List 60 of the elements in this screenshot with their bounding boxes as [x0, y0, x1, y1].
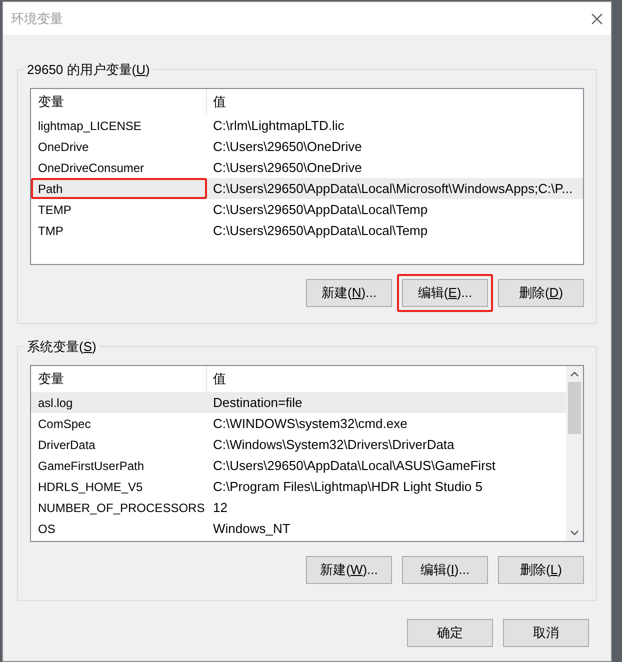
list-row[interactable]: Path C:\Users\29650\AppData\Local\Microsoft\WindowsApps;C:\P... — [31, 178, 583, 199]
list-row[interactable]: HDRLS_HOME_V5 C:\Program Files\Lightmap\HDR Light Studio 5 — [31, 476, 566, 497]
variable-name: Path — [31, 178, 207, 199]
variable-value: C:\Windows\System32\Drivers\DriverData — [212, 436, 456, 454]
variable-value: C:\Users\29650\AppData\Local\Temp — [212, 222, 429, 240]
variable-value: C:\rlm\LightmapLTD.lic — [212, 116, 346, 135]
variable-name: GameFirstUserPath — [37, 458, 146, 474]
variable-value: C:\WINDOWS\system32\cmd.exe — [212, 414, 408, 433]
dialog-button[interactable]: 新建(W)... — [306, 556, 392, 584]
variable-name: TMP — [37, 222, 64, 240]
variable-name: asl.log — [37, 394, 74, 412]
scroll-thumb[interactable] — [568, 382, 581, 434]
list-row[interactable]: NUMBER_OF_PROCESSORS 12 — [31, 497, 566, 518]
variable-name: OS — [37, 520, 56, 538]
dialog-button[interactable]: 取消 — [503, 619, 589, 647]
window-title: 环境变量 — [11, 10, 63, 28]
variable-value: 12 — [212, 498, 228, 517]
column-header[interactable]: 变量 — [31, 89, 207, 115]
variable-value: C:\Program Files\Lightmap\HDR Light Studio 5 — [212, 478, 484, 496]
dialog-button[interactable]: 删除(L) — [498, 556, 584, 584]
variable-value: Destination=file — [212, 394, 304, 412]
list-row[interactable]: lightmap_LICENSE C:\rlm\LightmapLTD.lic — [31, 115, 583, 136]
variable-list[interactable] — [30, 88, 584, 265]
group-title: 29650 的用户变量(U) — [24, 60, 153, 80]
variable-value: C:\Users\29650\AppData\Local\ASUS\GameFirst — [212, 456, 497, 475]
variable-name: ComSpec — [37, 416, 92, 432]
variable-value: C:\Users\29650\AppData\Local\Temp — [212, 200, 429, 219]
dialog-button[interactable]: 确定 — [407, 619, 493, 647]
variable-value: C:\Users\29650\AppData\Local\Microsoft\WindowsApps;C:\P... — [212, 180, 574, 198]
group-title: 系统变量(S) — [24, 337, 100, 356]
list-row[interactable]: OneDriveConsumer C:\Users\29650\OneDrive — [31, 157, 583, 178]
list-row[interactable]: GameFirstUserPath C:\Users\29650\AppData\Local\ASUS\GameFirst — [31, 455, 566, 476]
column-header[interactable]: 值 — [207, 89, 583, 115]
list-row[interactable]: ComSpec C:\WINDOWS\system32\cmd.exe — [31, 413, 566, 434]
variable-value: C:\Users\29650\OneDrive — [212, 158, 363, 177]
variable-name: NUMBER_OF_PROCESSORS — [37, 500, 206, 516]
list-row[interactable]: OneDrive C:\Users\29650\OneDrive — [31, 136, 583, 157]
dialog-button[interactable]: 删除(D) — [498, 279, 584, 307]
dialog-button[interactable]: 编辑(E)... — [402, 279, 488, 307]
variable-value: Windows_NT — [212, 520, 292, 538]
scroll-up-icon[interactable] — [570, 371, 579, 377]
scroll-down-icon[interactable] — [570, 530, 579, 536]
close-icon[interactable] — [591, 12, 603, 24]
dialog-button[interactable]: 新建(N)... — [306, 279, 392, 307]
list-row[interactable]: DriverData C:\Windows\System32\Drivers\DriverData — [31, 434, 566, 455]
dialog-button[interactable]: 编辑(I)... — [402, 556, 488, 584]
column-header[interactable]: 值 — [207, 366, 566, 392]
variable-name: HDRLS_HOME_V5 — [37, 478, 144, 496]
variable-list[interactable] — [30, 365, 584, 542]
list-row[interactable]: asl.log Destination=file — [31, 392, 566, 413]
variable-name: DriverData — [37, 436, 96, 454]
variable-value: C:\Users\29650\OneDrive — [212, 138, 363, 156]
variable-name: OneDriveConsumer — [37, 160, 146, 176]
scrollbar[interactable] — [566, 366, 583, 541]
list-row[interactable]: OS Windows_NT — [31, 518, 566, 539]
variable-name: lightmap_LICENSE — [37, 118, 142, 134]
list-row[interactable]: TMP C:\Users\29650\AppData\Local\Temp — [31, 220, 583, 241]
list-row[interactable]: TEMP C:\Users\29650\AppData\Local\Temp — [31, 199, 583, 220]
variable-name: TEMP — [37, 202, 72, 218]
variable-name: OneDrive — [37, 138, 90, 156]
